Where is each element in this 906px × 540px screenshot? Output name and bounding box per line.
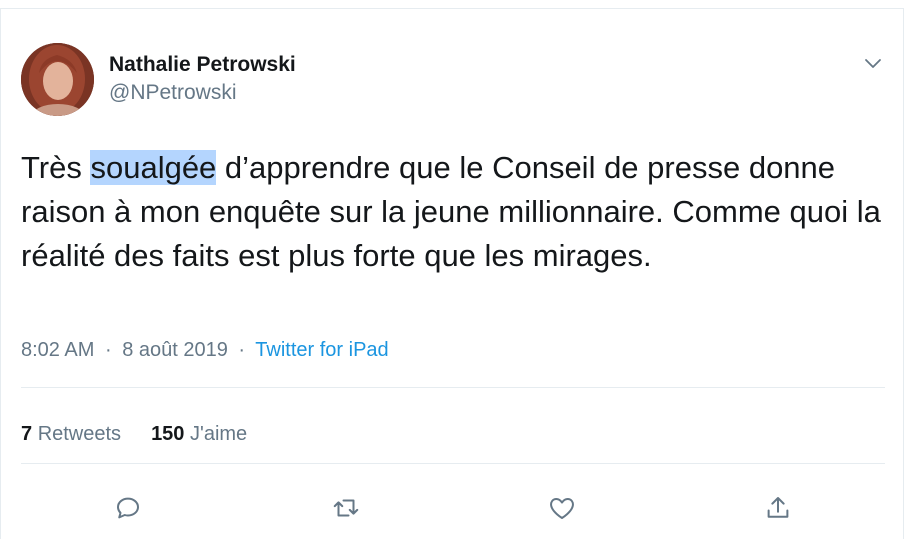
author-handle[interactable]: @NPetrowski	[109, 81, 237, 105]
retweet-icon[interactable]	[331, 493, 361, 523]
retweets-stat[interactable]: 7 Retweets	[21, 423, 121, 445]
chevron-down-icon[interactable]	[861, 51, 885, 75]
tweet-actions	[1, 493, 903, 523]
tweet-time[interactable]: 8:02 AM	[21, 339, 94, 361]
tweet-date[interactable]: 8 août 2019	[122, 339, 228, 361]
likes-count: 150	[151, 423, 185, 445]
avatar[interactable]	[21, 43, 94, 116]
divider	[21, 387, 885, 388]
meta-separator: ·	[104, 339, 112, 361]
highlighted-word: soualgée	[90, 150, 217, 185]
heart-icon[interactable]	[547, 493, 577, 523]
tweet-meta: 8:02 AM · 8 août 2019 · Twitter for iPad	[21, 339, 389, 362]
tweet-stats: 7 Retweets 150 J'aime	[21, 423, 247, 446]
tweet-source-link[interactable]: Twitter for iPad	[255, 339, 388, 361]
reply-icon[interactable]	[113, 493, 143, 523]
retweets-count: 7	[21, 423, 33, 445]
author-name[interactable]: Nathalie Petrowski	[109, 53, 296, 77]
divider	[21, 463, 885, 464]
meta-separator: ·	[238, 339, 246, 361]
tweet-card: Nathalie Petrowski @NPetrowski Très soua…	[0, 8, 904, 539]
tweet-text-start: Très	[21, 150, 91, 185]
share-icon[interactable]	[763, 493, 793, 523]
likes-label: J'aime	[190, 423, 248, 445]
avatar-image	[21, 43, 94, 116]
likes-stat[interactable]: 150 J'aime	[151, 423, 247, 445]
retweets-label: Retweets	[37, 423, 122, 445]
tweet-text: Très soualgée d’apprendre que le Conseil…	[21, 146, 881, 278]
